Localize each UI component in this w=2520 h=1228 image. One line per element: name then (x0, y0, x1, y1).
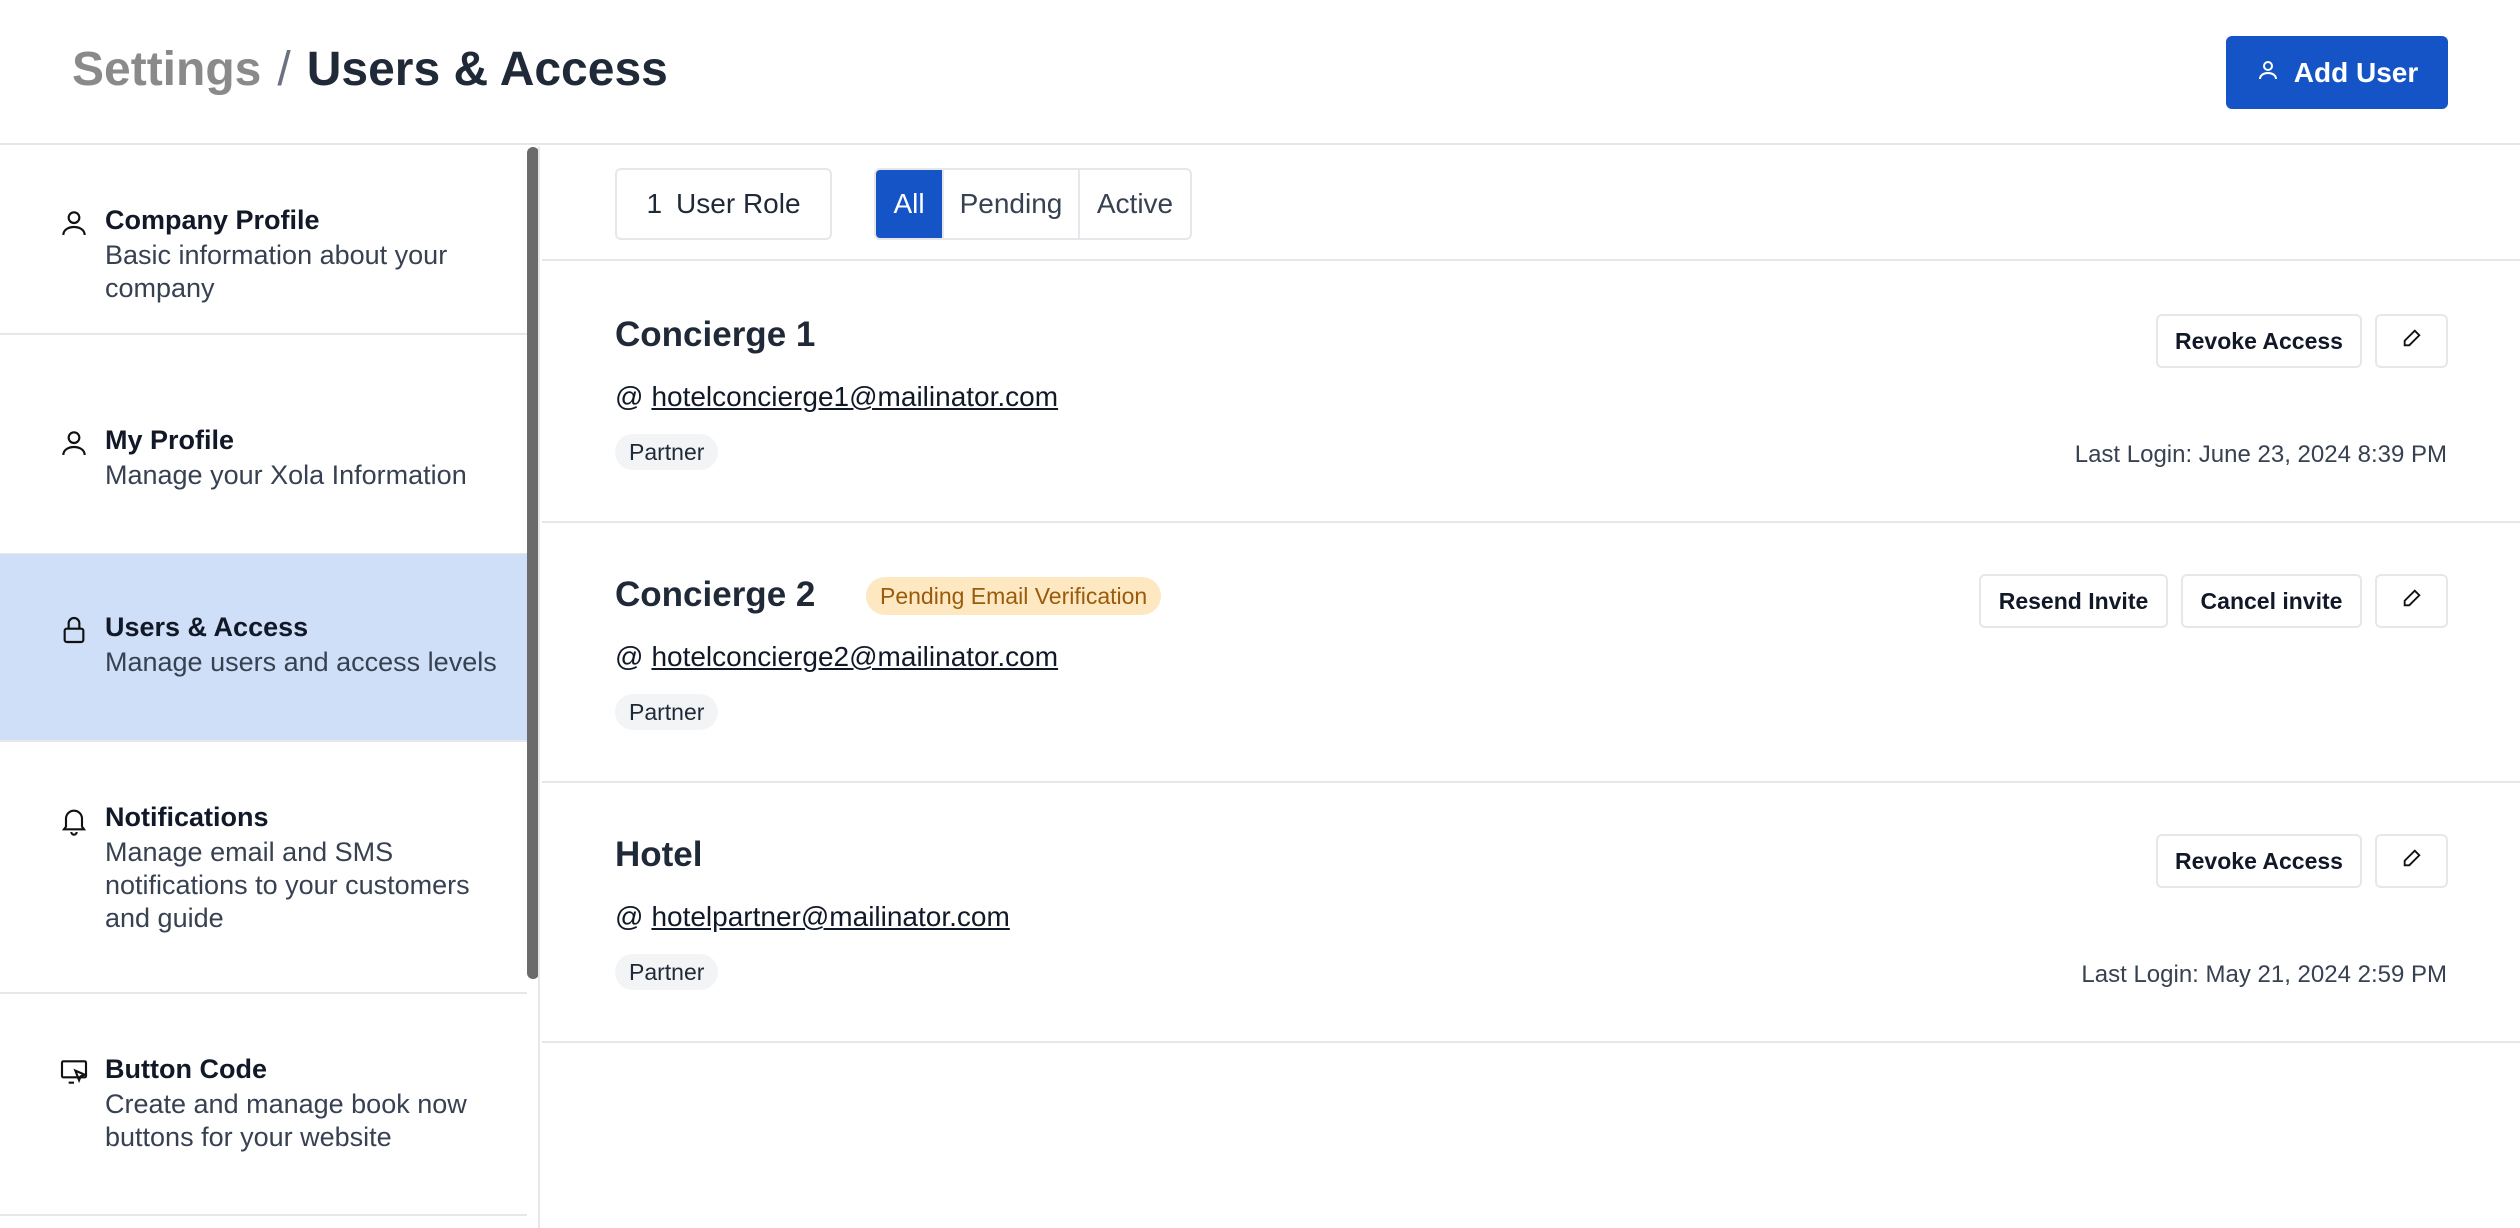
breadcrumb-settings-link[interactable]: Settings (72, 42, 261, 97)
sidebar-item-description: Manage email and SMS notifications to yo… (105, 837, 470, 933)
user-email-link[interactable]: hotelconcierge2@mailinator.com (651, 641, 1058, 673)
breadcrumb: Settings / Users & Access (72, 42, 668, 97)
monitor-pointer-icon (58, 1056, 90, 1088)
add-user-label: Add User (2293, 56, 2419, 88)
pencil-icon (2401, 327, 2423, 355)
sidebar-item-company-profile[interactable]: Company Profile Basic information about … (0, 147, 527, 335)
sidebar-item-notifications[interactable]: Notifications Manage email and SMS notif… (0, 744, 527, 994)
sidebar-item-button-code[interactable]: Button Code Create and manage book now b… (0, 996, 527, 1216)
filter-bar (542, 147, 2520, 261)
sidebar-item-title: Button Code (105, 1054, 267, 1084)
user-card: Concierge 2 Pending Email Verification @… (542, 523, 2520, 783)
user-email-row: @ hotelconcierge1@mailinator.com (615, 381, 1058, 413)
last-login-text: Last Login: June 23, 2024 8:39 PM (2074, 441, 2447, 468)
resend-invite-button[interactable]: Resend Invite (1979, 574, 2168, 628)
user-name: Concierge 2 (615, 575, 816, 614)
add-user-button[interactable]: Add User (2226, 36, 2448, 109)
sidebar-item-users-access[interactable]: Users & Access Manage users and access l… (0, 554, 527, 742)
user-email-row: @ hotelconcierge2@mailinator.com (615, 641, 1058, 673)
status-tabs: All Pending Active (874, 168, 1192, 240)
tab-active[interactable]: Active (1078, 170, 1190, 238)
edit-user-button[interactable] (2375, 314, 2448, 368)
user-name: Hotel (615, 835, 703, 874)
sidebar-scrollbar[interactable] (527, 147, 538, 979)
pencil-icon (2401, 847, 2423, 875)
user-card: Hotel @ hotelpartner@mailinator.com Part… (542, 783, 2520, 1043)
settings-sidebar: Company Profile Basic information about … (0, 147, 540, 1228)
user-icon (58, 207, 90, 239)
edit-user-button[interactable] (2375, 834, 2448, 888)
user-icon (58, 427, 90, 459)
role-filter-label: User Role (676, 188, 801, 219)
bell-icon (58, 804, 90, 836)
user-email-row: @ hotelpartner@mailinator.com (615, 901, 1010, 933)
role-filter-count: 1 (646, 188, 663, 219)
breadcrumb-separator: / (277, 43, 291, 96)
user-card: Concierge 1 @ hotelconcierge1@mailinator… (542, 263, 2520, 523)
at-icon: @ (615, 381, 644, 412)
revoke-access-button[interactable]: Revoke Access (2156, 834, 2362, 888)
user-email-link[interactable]: hotelconcierge1@mailinator.com (651, 381, 1058, 413)
page-title: Users & Access (306, 43, 668, 96)
user-role-badge: Partner (615, 694, 719, 730)
user-role-filter[interactable]: 1 User Role (615, 168, 832, 240)
revoke-access-button[interactable]: Revoke Access (2156, 314, 2362, 368)
pencil-icon (2401, 587, 2423, 615)
sidebar-item-description: Basic information about your company (105, 240, 448, 303)
user-role-badge: Partner (615, 434, 719, 470)
sidebar-item-description: Manage users and access levels (105, 647, 497, 677)
at-icon: @ (615, 641, 644, 672)
sidebar-item-description: Create and manage book now buttons for y… (105, 1089, 467, 1152)
sidebar-item-title: Company Profile (105, 205, 320, 235)
page-header: Settings / Users & Access Add User (0, 0, 2520, 145)
tab-pending[interactable]: Pending (942, 170, 1078, 238)
lock-icon (58, 614, 90, 646)
user-role-badge: Partner (615, 954, 719, 990)
sidebar-item-title: My Profile (105, 425, 235, 455)
user-name: Concierge 1 (615, 315, 816, 354)
at-icon: @ (615, 901, 644, 932)
user-icon (2256, 57, 2280, 89)
tab-all[interactable]: All (876, 170, 942, 238)
sidebar-item-description: Manage your Xola Information (105, 460, 467, 490)
status-badge: Pending Email Verification (866, 577, 1162, 615)
last-login-text: Last Login: May 21, 2024 2:59 PM (2081, 961, 2447, 988)
sidebar-item-my-profile[interactable]: My Profile Manage your Xola Information (0, 367, 527, 555)
cancel-invite-button[interactable]: Cancel invite (2181, 574, 2362, 628)
sidebar-item-title: Users & Access (105, 612, 309, 642)
edit-user-button[interactable] (2375, 574, 2448, 628)
sidebar-item-title: Notifications (105, 802, 269, 832)
user-email-link[interactable]: hotelpartner@mailinator.com (651, 901, 1009, 933)
